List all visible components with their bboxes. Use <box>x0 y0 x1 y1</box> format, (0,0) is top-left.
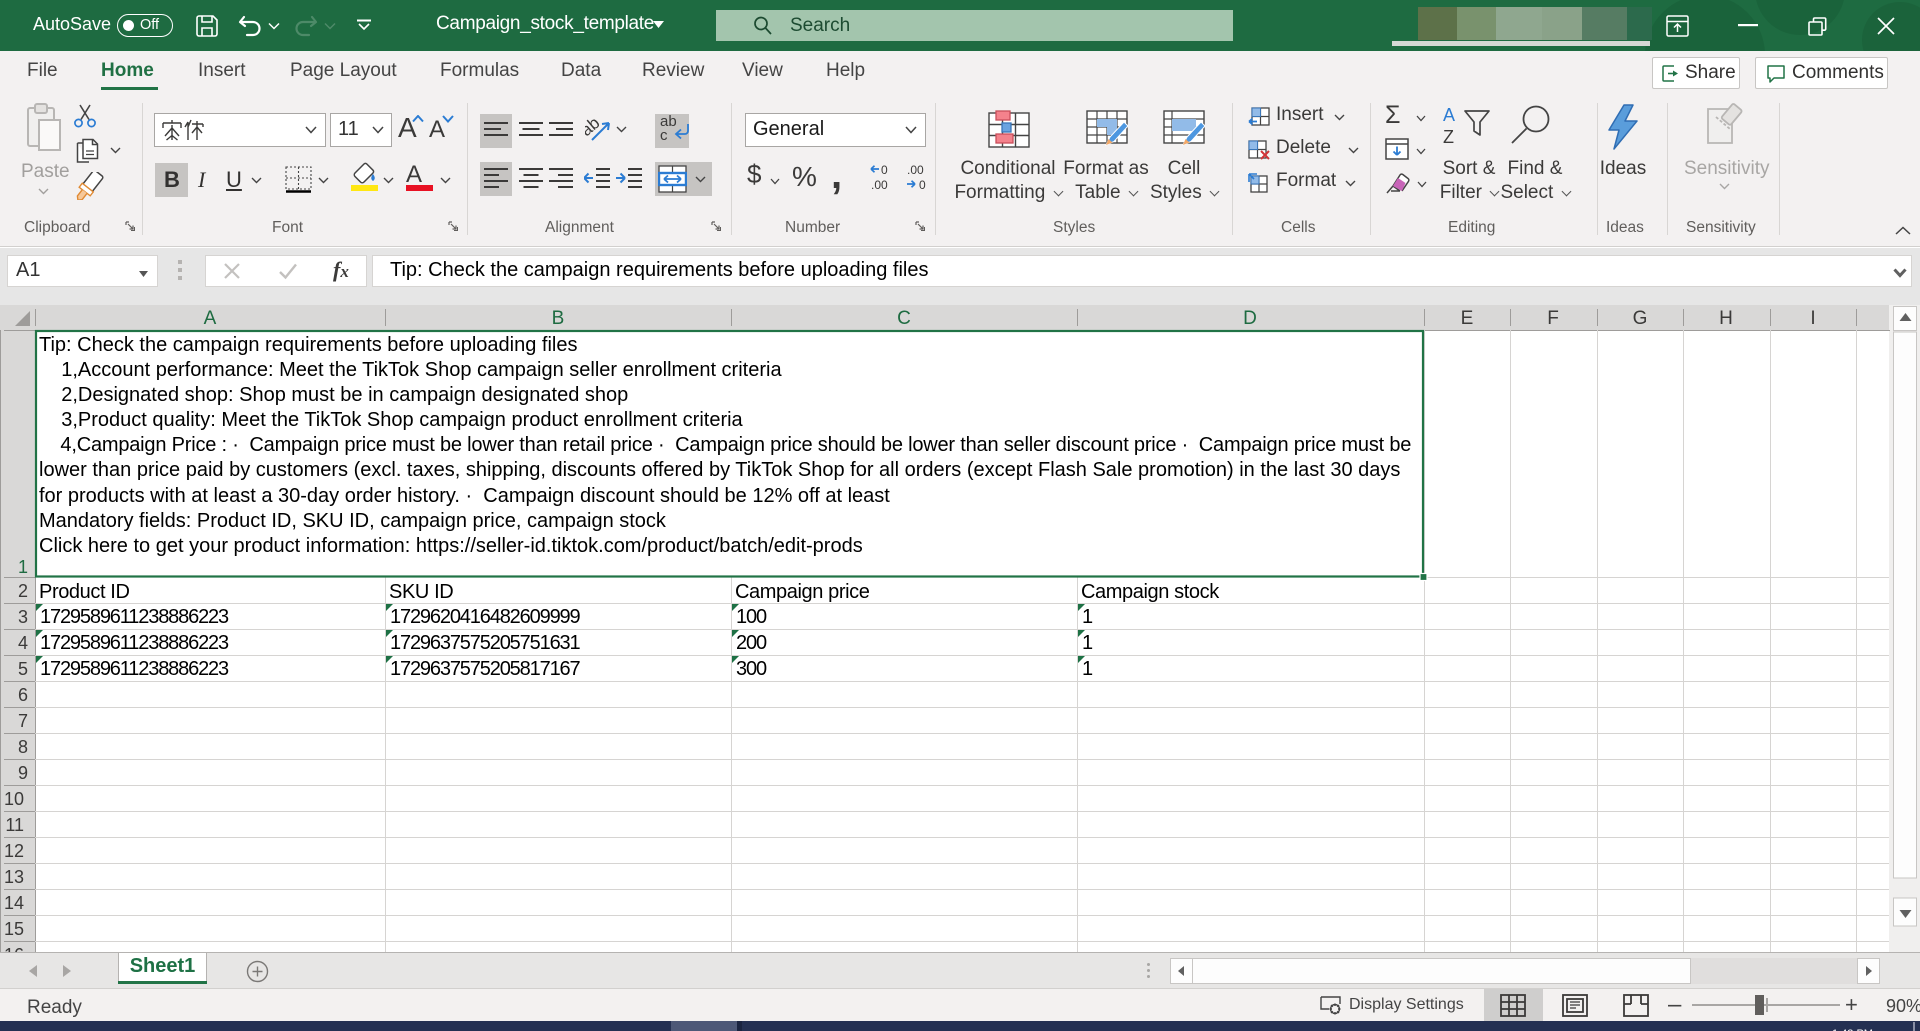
svg-text:14: 14 <box>4 893 24 913</box>
svg-text:F: F <box>1547 308 1559 329</box>
svg-text:.00: .00 <box>871 178 888 191</box>
svg-text:15: 15 <box>4 919 24 939</box>
svg-text:13: 13 <box>4 867 24 887</box>
svg-text:5: 5 <box>18 659 28 679</box>
svg-text:G: G <box>1633 308 1648 329</box>
svg-text:C: C <box>897 308 911 329</box>
svg-text:7: 7 <box>18 711 28 731</box>
svg-text:B: B <box>552 308 565 329</box>
svg-text:E: E <box>1461 308 1474 329</box>
svg-text:2: 2 <box>18 581 28 601</box>
svg-text:8: 8 <box>18 737 28 757</box>
svg-text:16: 16 <box>4 945 24 952</box>
svg-text:11: 11 <box>5 815 24 835</box>
svg-text:6: 6 <box>18 685 28 705</box>
svg-text:12: 12 <box>4 841 24 861</box>
svg-text:1: 1 <box>18 557 28 577</box>
svg-text:A: A <box>204 308 217 329</box>
svg-text:H: H <box>1719 308 1733 329</box>
svg-text:0: 0 <box>881 163 888 177</box>
svg-text:D: D <box>1243 308 1257 329</box>
svg-text:ab: ab <box>585 115 603 140</box>
svg-text:I: I <box>1810 308 1815 329</box>
svg-text:0: 0 <box>919 178 926 191</box>
svg-text:A: A <box>1443 105 1455 125</box>
svg-text:3: 3 <box>18 607 28 627</box>
svg-text:9: 9 <box>18 763 28 783</box>
svg-text:4: 4 <box>18 633 28 653</box>
svg-text:10: 10 <box>4 789 24 809</box>
svg-text:Z: Z <box>1443 127 1454 147</box>
svg-text:.00: .00 <box>907 163 924 177</box>
